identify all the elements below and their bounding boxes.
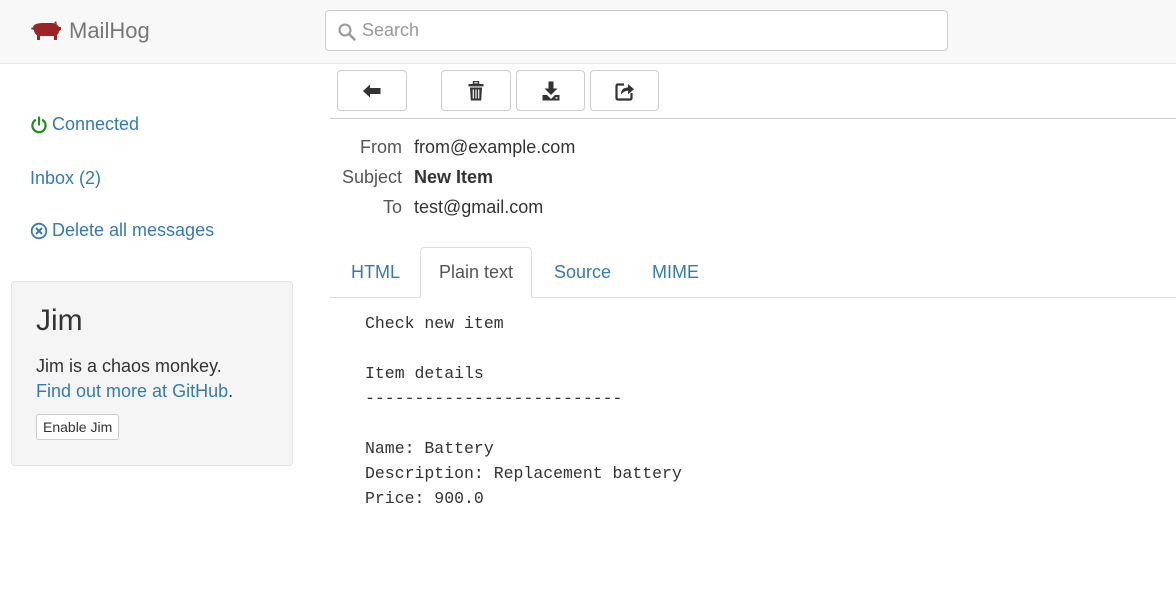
from-value: from@example.com [414,137,576,157]
toolbar-divider [330,118,1176,119]
message-body: Check new item Item details ------------… [365,314,682,508]
trash-icon [468,80,484,100]
pig-icon [31,21,61,40]
arrow-left-icon [363,84,381,97]
brand[interactable]: MailHog [30,16,150,46]
to-value: test@gmail.com [414,197,544,217]
jim-panel: Jim Jim is a chaos monkey. Find out more… [11,281,293,466]
subject-label: Subject [341,167,402,187]
jim-link-suffix: . [228,381,234,401]
delete-all-label: Delete all messages [52,220,215,240]
inbox-label: Inbox (2) [30,168,102,188]
tab-plain-text[interactable]: Plain text [420,247,532,298]
connected-status[interactable]: Connected [30,114,139,135]
release-button[interactable] [590,70,659,111]
github-link[interactable]: Find out more at GitHub [36,381,228,401]
connected-label: Connected [52,114,140,134]
share-icon [614,82,634,101]
back-button[interactable] [337,70,407,111]
enable-jim-button[interactable]: Enable Jim [36,414,120,440]
app-title: MailHog [69,18,150,43]
sidebar-item-inbox[interactable]: Inbox (2) [30,168,101,189]
subject-value: New Item [414,167,494,187]
top-navbar: MailHog [0,0,1176,64]
jim-description-block: Jim is a chaos monkey. Find out more at … [36,354,233,404]
tab-mime[interactable]: MIME [652,247,699,298]
from-label: From [360,137,402,157]
search-box[interactable] [325,10,948,51]
download-icon [542,81,559,100]
to-label: To [382,197,402,217]
power-icon [30,115,48,134]
tab-source[interactable]: Source [554,247,611,298]
search-icon [338,23,356,41]
jim-title: Jim [36,304,83,337]
jim-link-line: Find out more at GitHub. [36,379,233,404]
download-button[interactable] [516,70,585,111]
jim-description: Jim is a chaos monkey. [36,356,222,376]
tab-html[interactable]: HTML [351,247,400,298]
delete-button[interactable] [441,70,511,111]
delete-all-messages-link[interactable]: Delete all messages [30,220,214,241]
search-input[interactable] [362,11,932,50]
circle-x-icon [30,222,48,240]
